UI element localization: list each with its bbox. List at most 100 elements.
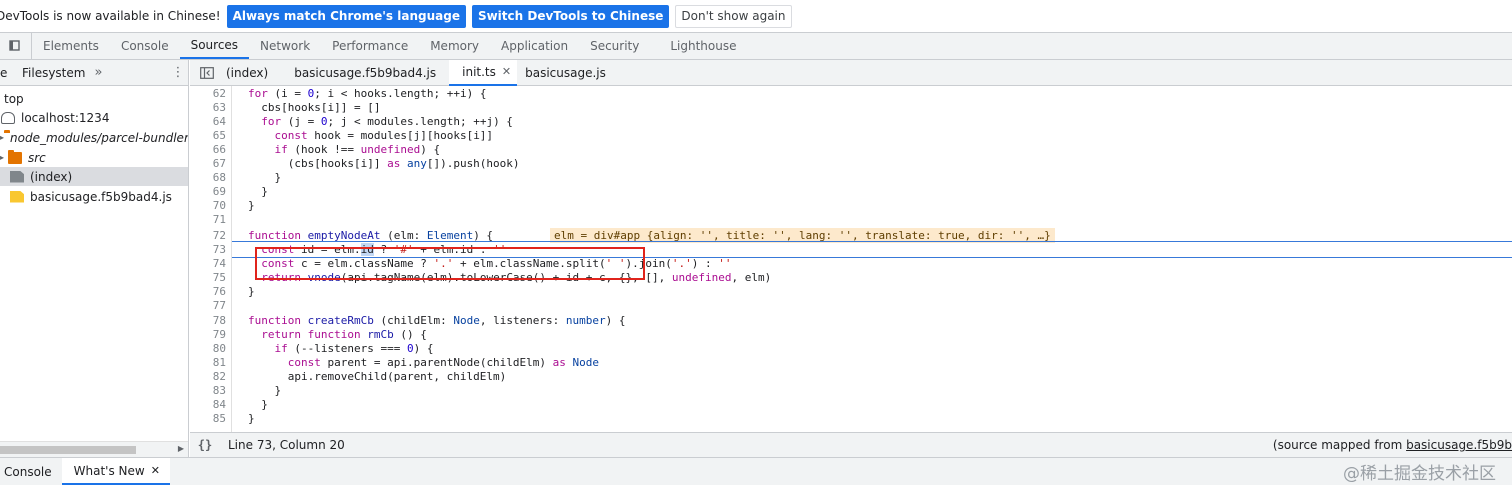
line-number[interactable]: 69 bbox=[190, 185, 226, 199]
source-mapped-prefix: (source mapped from bbox=[1272, 438, 1407, 452]
drawer-tab-console[interactable]: Console bbox=[0, 458, 62, 485]
editor-tab-basicusage-js[interactable]: basicusage.js bbox=[517, 60, 619, 86]
line-number[interactable]: 78 bbox=[190, 314, 226, 328]
line-number[interactable]: 70 bbox=[190, 199, 226, 213]
tree-item-top[interactable]: top bbox=[0, 89, 188, 108]
line-number[interactable]: 81 bbox=[190, 356, 226, 370]
cursor-position: Line 73, Column 20 bbox=[228, 438, 345, 452]
line-number[interactable]: 71 bbox=[190, 213, 226, 227]
code-line: } bbox=[248, 384, 282, 397]
tree-item-label: top bbox=[4, 91, 24, 106]
code-line: function createRmCb (childElm: Node, lis… bbox=[248, 314, 626, 327]
source-map-link[interactable]: basicusage.f5b9b bbox=[1406, 438, 1512, 452]
line-number[interactable]: 66 bbox=[190, 143, 226, 157]
tab-sources[interactable]: Sources bbox=[179, 33, 250, 59]
editor-tab-basicusage-bundle[interactable]: basicusage.f5b9bad4.js bbox=[281, 60, 449, 86]
expand-arrow-icon[interactable]: ▸ bbox=[0, 153, 8, 162]
watermark: @稀土掘金技术社区 bbox=[1343, 464, 1496, 484]
more-tabs-icon[interactable]: » bbox=[94, 65, 114, 80]
tree-item-label: localhost:1234 bbox=[21, 110, 110, 125]
navigator-tabs: e Filesystem » ⋮ bbox=[0, 60, 188, 86]
code-line: api.removeChild(parent, childElm) bbox=[248, 370, 507, 383]
drawer-tab-bar: Console What's New ✕ @稀土掘金技术社区 bbox=[0, 457, 1512, 485]
tree-item-label: node_modules/parcel-bundler/src bbox=[10, 130, 188, 145]
tab-elements[interactable]: Elements bbox=[32, 33, 110, 59]
code-line: } bbox=[248, 412, 255, 425]
scroll-right-icon[interactable]: ▶ bbox=[178, 444, 184, 453]
tab-lighthouse[interactable]: Lighthouse bbox=[650, 33, 747, 59]
always-match-language-button[interactable]: Always match Chrome's language bbox=[226, 4, 466, 28]
line-number[interactable]: 74 bbox=[190, 257, 226, 271]
tab-console[interactable]: Console bbox=[110, 33, 180, 59]
editor-tab-index[interactable]: (index) bbox=[224, 60, 281, 86]
bottom-strip bbox=[0, 485, 1512, 493]
line-number[interactable]: 68 bbox=[190, 171, 226, 185]
line-number[interactable]: 80 bbox=[190, 342, 226, 356]
code-line: cbs[hooks[i]] = [] bbox=[248, 101, 381, 114]
toggle-navigator-icon[interactable] bbox=[190, 60, 224, 86]
paused-line-marker bbox=[232, 241, 1512, 242]
tree-item-index[interactable]: (index) bbox=[0, 167, 188, 186]
line-number[interactable]: 84 bbox=[190, 398, 226, 412]
code-line: } bbox=[248, 398, 268, 411]
drawer-tab-whats-new[interactable]: What's New ✕ bbox=[61, 458, 170, 485]
tree-item-localhost[interactable]: localhost:1234 bbox=[0, 108, 188, 127]
tree-item-src[interactable]: ▸ src bbox=[0, 148, 188, 167]
navigator-scrollbar[interactable]: ▶ bbox=[0, 441, 188, 457]
switch-to-chinese-button[interactable]: Switch DevTools to Chinese bbox=[471, 4, 670, 28]
tree-item-basicusage-js[interactable]: basicusage.f5b9bad4.js bbox=[0, 187, 188, 206]
source-mapped-info: (source mapped from basicusage.f5b9b bbox=[1273, 438, 1512, 452]
code-line: } bbox=[248, 199, 255, 212]
dont-show-again-button[interactable]: Don't show again bbox=[675, 4, 792, 28]
expand-arrow-icon[interactable]: ▸ bbox=[0, 133, 4, 142]
line-number[interactable]: 73 bbox=[190, 243, 226, 257]
code-editor[interactable]: 62 for (i = 0; i < hooks.length; ++i) { 6… bbox=[190, 86, 1512, 432]
annotation-highlight-box bbox=[255, 247, 645, 280]
navigator-tab-filesystem[interactable]: Filesystem bbox=[8, 60, 94, 86]
code-line: return function rmCb () { bbox=[261, 328, 427, 341]
tree-item-node-modules[interactable]: ▸ node_modules/parcel-bundler/src bbox=[0, 128, 188, 147]
pretty-print-icon[interactable]: {} bbox=[190, 438, 220, 452]
line-number[interactable]: 82 bbox=[190, 370, 226, 384]
editor-tab-init-ts[interactable]: init.ts ✕ bbox=[449, 59, 518, 86]
navigator-menu-icon[interactable]: ⋮ bbox=[168, 65, 188, 80]
code-line: if (--listeners === 0) { bbox=[274, 342, 434, 355]
code-line: for (i = 0; i < hooks.length; ++i) { bbox=[248, 87, 487, 100]
tree-item-label: src bbox=[28, 150, 46, 165]
scrollbar-thumb[interactable] bbox=[0, 446, 136, 454]
tab-memory[interactable]: Memory bbox=[419, 33, 490, 59]
sources-navigator: e Filesystem » ⋮ top localhost:1234 ▸ no… bbox=[0, 60, 189, 457]
main-tab-bar: Elements Console Sources Network Perform… bbox=[0, 33, 1512, 60]
tree-item-label: (index) bbox=[30, 169, 73, 184]
tab-application[interactable]: Application bbox=[490, 33, 579, 59]
line-number[interactable]: 79 bbox=[190, 328, 226, 342]
drawer-tab-label: What's New bbox=[73, 463, 145, 478]
line-number[interactable]: 62 bbox=[190, 87, 226, 101]
code-line: if (hook !== undefined) { bbox=[274, 143, 441, 156]
line-number[interactable]: 85 bbox=[190, 412, 226, 426]
code-line: (cbs[hooks[i]] as any[]).push(hook) bbox=[248, 157, 520, 170]
close-tab-icon[interactable]: ✕ bbox=[502, 65, 511, 78]
line-number[interactable]: 72 bbox=[190, 229, 226, 243]
line-number[interactable]: 65 bbox=[190, 129, 226, 143]
code-line: } bbox=[248, 285, 255, 298]
close-drawer-tab-icon[interactable]: ✕ bbox=[151, 464, 160, 477]
navigator-tab-page[interactable]: e bbox=[0, 60, 8, 86]
line-number[interactable]: 77 bbox=[190, 299, 226, 313]
line-number[interactable]: 64 bbox=[190, 115, 226, 129]
code-line: } bbox=[248, 171, 282, 184]
tab-security[interactable]: Security bbox=[579, 33, 650, 59]
inspect-icon[interactable] bbox=[0, 33, 32, 59]
editor-tab-label: init.ts bbox=[462, 64, 496, 79]
line-number[interactable]: 67 bbox=[190, 157, 226, 171]
line-number[interactable]: 63 bbox=[190, 101, 226, 115]
line-number[interactable]: 83 bbox=[190, 384, 226, 398]
infobar-message: DevTools is now available in Chinese! bbox=[0, 9, 221, 23]
line-number[interactable]: 75 bbox=[190, 271, 226, 285]
tree-item-label: basicusage.f5b9bad4.js bbox=[30, 189, 172, 204]
js-file-icon bbox=[10, 190, 24, 203]
tab-network[interactable]: Network bbox=[249, 33, 321, 59]
tab-performance[interactable]: Performance bbox=[321, 33, 419, 59]
editor-tab-bar: (index) basicusage.f5b9bad4.js init.ts ✕… bbox=[190, 59, 1512, 86]
line-number[interactable]: 76 bbox=[190, 285, 226, 299]
